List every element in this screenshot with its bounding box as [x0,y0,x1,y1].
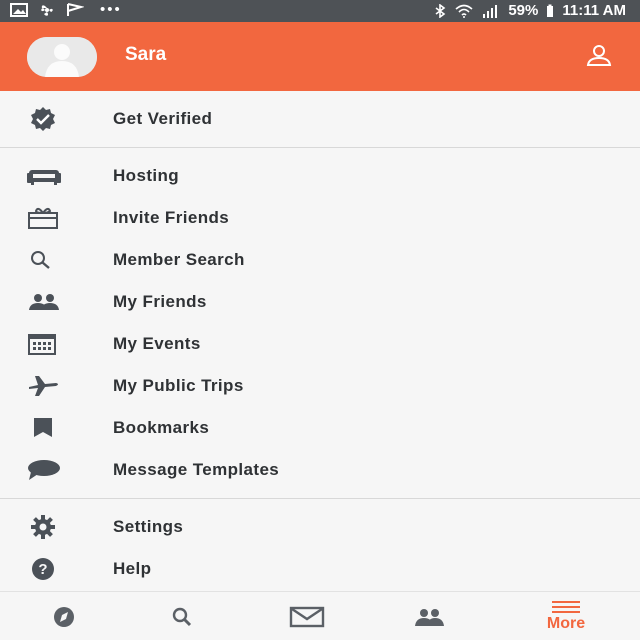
bottom-nav: More [0,591,640,640]
divider [0,147,640,148]
menu-item-message-templates[interactable]: Message Templates [0,449,640,491]
profile-icon[interactable] [586,43,612,69]
menu-item-help[interactable]: ? Help [0,548,640,590]
wifi-icon [455,4,473,18]
nav-search[interactable] [118,592,246,640]
couch-icon [26,163,62,189]
signal-icon [483,4,498,18]
compass-icon [54,606,74,627]
gift-icon [26,205,62,231]
menu-item-label: Member Search [113,250,245,269]
calendar-icon [26,331,62,357]
people-icon [415,608,444,626]
clock: 11:11 AM [562,2,626,19]
menu-item-label: My Friends [113,292,207,311]
menu-item-member-search[interactable]: Member Search [0,239,640,281]
more-dots-icon: ••• [100,1,122,18]
menu-item-label: Message Templates [113,460,280,479]
bluetooth-icon [435,3,446,18]
battery-level: 59% [508,2,539,19]
avatar[interactable] [27,37,97,77]
menu-item-my-friends[interactable]: My Friends [0,281,640,323]
profile-header[interactable]: Sara [0,22,640,91]
menu-item-my-public-trips[interactable]: My Public Trips [0,365,640,407]
avatar-placeholder-icon [27,37,97,77]
menu-item-get-verified[interactable]: Get Verified [0,98,640,140]
help-icon: ? [26,556,62,582]
bookmark-icon [26,415,62,441]
svg-text:?: ? [38,561,47,578]
menu-item-label: My Public Trips [113,376,244,395]
fan-icon [41,5,53,16]
flag-icon [67,3,84,16]
menu-item-label: Get Verified [113,109,213,128]
menu-item-label: My Events [113,334,201,353]
menu-item-hosting[interactable]: Hosting [0,155,640,197]
airplane-icon [26,373,62,399]
status-bar-right: 59% 11:11 AM [434,2,626,19]
menu-item-my-events[interactable]: My Events [0,323,640,365]
menu-item-invite-friends[interactable]: Invite Friends [0,197,640,239]
user-name[interactable]: Sara [125,44,166,66]
nav-more[interactable]: More [502,592,630,640]
status-bar-left: ••• [10,1,122,18]
nav-messages[interactable] [243,592,371,640]
menu-item-bookmarks[interactable]: Bookmarks [0,407,640,449]
status-bar: ••• 59% 11:11 AM [0,0,640,22]
menu-item-label: Help [113,559,152,578]
nav-friends[interactable] [365,592,493,640]
menu-item-settings[interactable]: Settings [0,506,640,548]
chat-bubble-icon [26,457,62,483]
image-icon [10,3,28,17]
search-icon [26,247,62,273]
menu-item-label: Settings [113,517,184,536]
divider [0,498,640,499]
menu-icon [552,601,580,613]
verified-badge-icon [26,106,62,132]
battery-icon [547,4,554,17]
mail-icon [289,606,325,627]
nav-explore[interactable] [0,592,128,640]
nav-more-label: More [546,615,586,632]
gear-icon [26,514,62,540]
menu-item-label: Hosting [113,166,180,185]
search-icon [172,607,192,626]
menu-item-label: Invite Friends [113,208,230,227]
people-icon [26,289,62,315]
menu-item-label: Bookmarks [113,418,210,437]
